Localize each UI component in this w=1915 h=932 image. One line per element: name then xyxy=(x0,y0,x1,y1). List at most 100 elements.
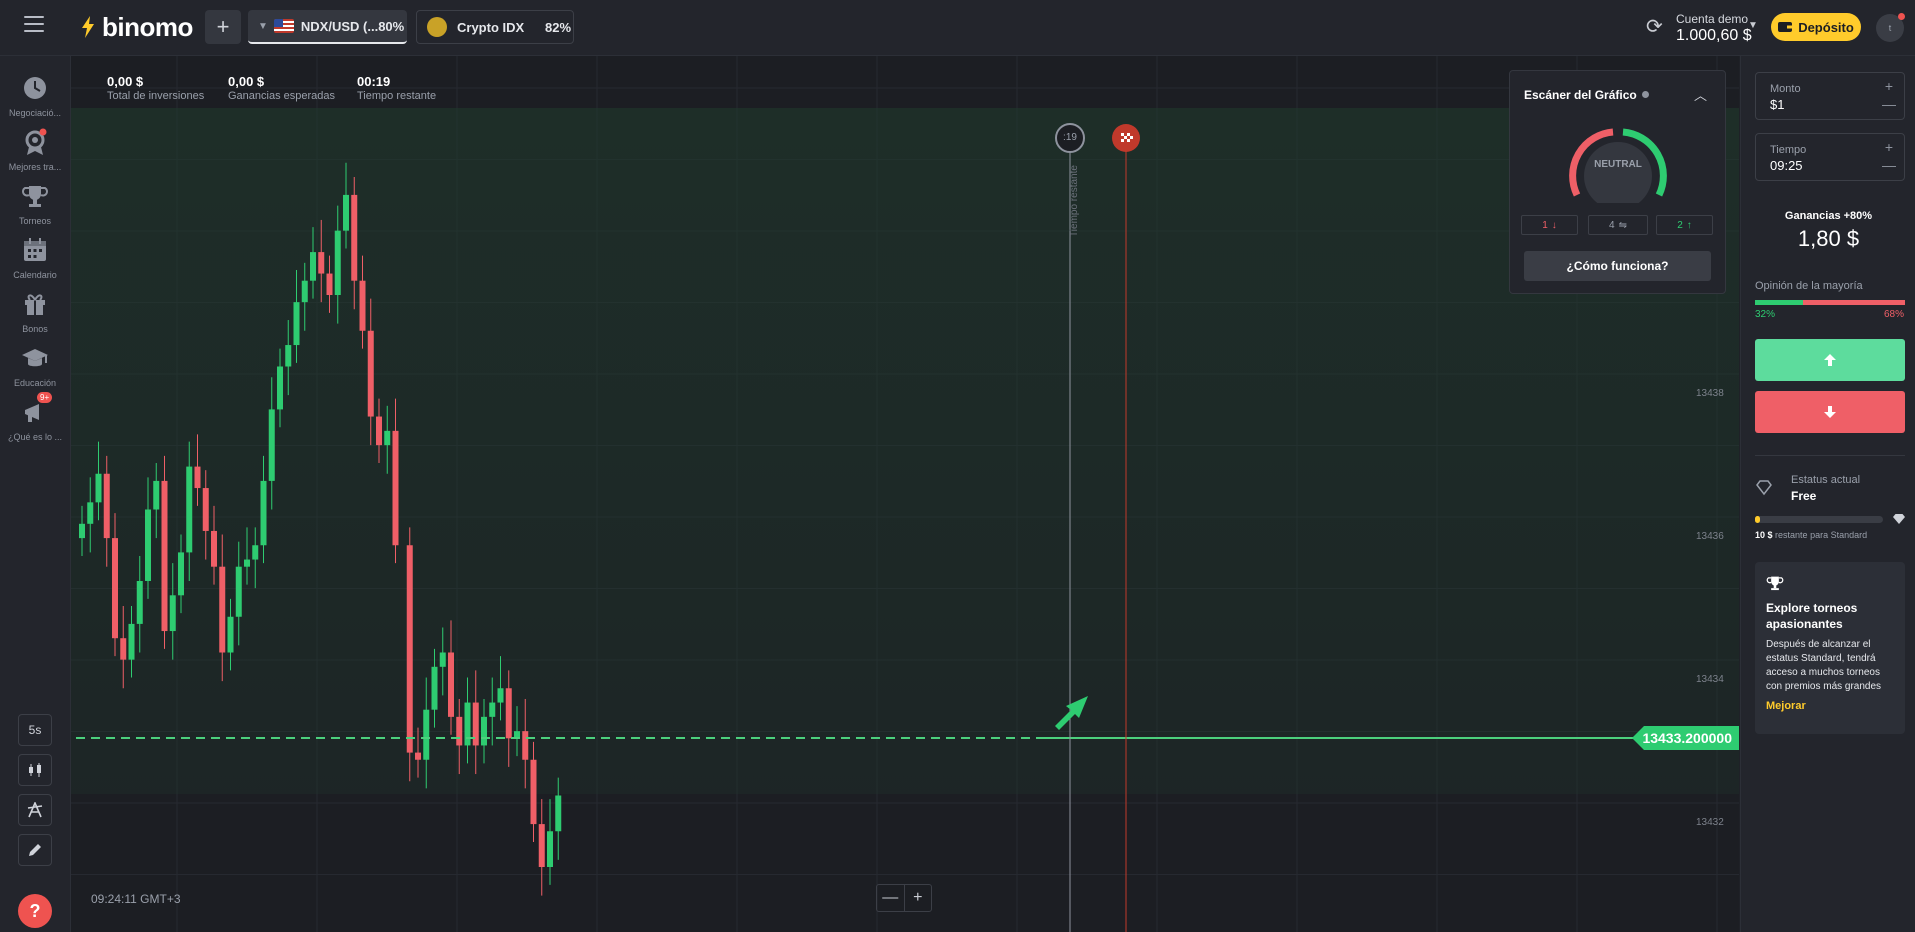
avatar[interactable]: t xyxy=(1876,13,1905,42)
candle-down xyxy=(456,716,463,746)
asset-tab-payout: 82% xyxy=(545,19,572,35)
chevron-down-icon[interactable]: ▼ xyxy=(258,21,268,32)
time-stepper[interactable]: + — xyxy=(1882,138,1896,174)
candle-down xyxy=(211,530,217,567)
candle-down xyxy=(202,488,209,531)
sentiment-state: NEUTRAL xyxy=(1594,159,1642,170)
chart-scanner-panel: Escáner del Gráfico ︿ NEUTRAL 1 ↓ 4 ⇋ 2 ↑ ¿… xyxy=(1509,70,1726,294)
logo-text: binomo xyxy=(102,11,193,42)
candle-up xyxy=(244,559,250,567)
candle-down xyxy=(472,702,479,746)
add-asset-button[interactable]: + xyxy=(205,10,241,44)
candle-up xyxy=(301,280,308,303)
account-label: Cuenta demo xyxy=(1676,12,1749,26)
scanner-title: Escáner del Gráfico xyxy=(1524,88,1649,102)
candle-up xyxy=(310,252,316,281)
time-value[interactable]: 09:25 xyxy=(1770,158,1803,173)
candle-up xyxy=(169,595,176,632)
candle-up xyxy=(87,502,94,524)
y-tick-label: 13432 xyxy=(1696,817,1724,828)
candle-up xyxy=(439,652,446,667)
wallet-icon xyxy=(1778,22,1793,32)
help-icon: ? xyxy=(29,900,41,921)
chart-type-button[interactable] xyxy=(18,754,52,786)
majority-bar xyxy=(1755,300,1905,305)
candle-up xyxy=(227,616,234,653)
payout-value: 1,80 $ xyxy=(1797,226,1860,251)
asset-tab-crypto-idx[interactable]: Crypto IDX 82% xyxy=(416,10,574,44)
majority-label: Opinión de la mayoría xyxy=(1755,280,1863,292)
account-balance: 1.000,60 $ xyxy=(1676,27,1752,44)
chevron-up-icon[interactable]: ︿ xyxy=(1694,85,1707,104)
upgrade-link[interactable]: Mejorar xyxy=(1766,700,1894,712)
candle-up xyxy=(79,523,85,539)
arrow-down-icon xyxy=(1824,406,1836,418)
timeframe-button[interactable]: 5s xyxy=(18,714,52,746)
sidebar-item-tournaments[interactable]: Torneos xyxy=(0,182,70,226)
server-time: 09:24:11 GMT+3 xyxy=(91,892,181,906)
drawing-tools-button[interactable] xyxy=(18,834,52,866)
sidebar-item-bonuses[interactable]: Bonos xyxy=(0,290,70,334)
candle-up xyxy=(464,702,471,746)
candle-down xyxy=(367,330,374,417)
sidebar-item-label: Mejores tra... xyxy=(8,162,62,172)
indicators-button[interactable] xyxy=(18,794,52,826)
asset-tab-ndx[interactable]: ▼ NDX/USD (...80% xyxy=(248,10,407,44)
menu-icon[interactable] xyxy=(24,16,44,34)
info-dot-icon xyxy=(1641,91,1649,98)
sidebar-item-top-traders[interactable]: Mejores tra... xyxy=(0,128,70,172)
candle-down xyxy=(359,280,366,331)
sidebar-item-label: Torneos xyxy=(18,216,52,226)
amount-label: Monto xyxy=(1770,83,1801,95)
time-label: Tiempo xyxy=(1770,144,1807,156)
logo[interactable]: binomo xyxy=(80,12,193,42)
asset-tab-label: Crypto IDX xyxy=(457,19,525,35)
candle-up xyxy=(334,230,341,295)
y-tick-label: 13438 xyxy=(1696,388,1724,399)
y-tick-label: 13434 xyxy=(1696,674,1724,685)
sidebar-item-calendar[interactable]: Calendario xyxy=(0,236,70,280)
divider xyxy=(1755,455,1905,456)
sidebar-item-trading[interactable]: Negociació... xyxy=(0,74,70,118)
stat-label: Total de inversiones xyxy=(107,90,205,102)
deposit-button[interactable]: Depósito xyxy=(1771,13,1861,41)
payout-label: Ganancias +80% xyxy=(1784,210,1873,222)
time-remaining: 00:19 Tiempo restante xyxy=(357,74,436,102)
candle-up xyxy=(235,566,242,617)
avatar-initial: t xyxy=(1888,23,1892,33)
amount-stepper[interactable]: + — xyxy=(1882,77,1896,113)
sidebar-item-label: Bonos xyxy=(22,324,48,334)
up-button[interactable] xyxy=(1755,339,1905,381)
current-price-label: 13433.200000 xyxy=(1632,726,1739,750)
timer-label: :19 xyxy=(1063,132,1077,143)
majority-down-percent: 68% xyxy=(1883,309,1904,320)
candlestick-icon xyxy=(29,763,41,777)
us-flag-icon xyxy=(273,19,294,33)
stat-label: Ganancias esperadas xyxy=(228,90,336,102)
minus-icon: — xyxy=(1882,96,1896,112)
help-button[interactable]: ? xyxy=(18,894,52,928)
sell-signals: 1 ↓ xyxy=(1521,215,1578,235)
candle-up xyxy=(95,473,102,503)
price-chart[interactable] xyxy=(71,56,1739,932)
chart-area[interactable]: 13433.200000 13438 13436 13434 13432 :19… xyxy=(71,56,1739,932)
down-button[interactable] xyxy=(1755,391,1905,433)
sidebar-item-whats-new[interactable]: 9+ ¿Qué es lo ... xyxy=(0,392,70,442)
zoom-out-button[interactable]: — xyxy=(877,885,905,911)
zoom-in-button[interactable]: + xyxy=(905,885,932,911)
account-selector[interactable]: Cuenta demo 1.000,60 $ xyxy=(1648,10,1758,46)
candle-up xyxy=(497,688,504,703)
majority-up-fill xyxy=(1755,300,1803,305)
candle-up xyxy=(268,409,275,481)
caret-down-icon[interactable]: ▼ xyxy=(1748,20,1758,31)
plus-icon: + xyxy=(1884,78,1894,94)
how-it-works-button[interactable]: ¿Cómo funciona? xyxy=(1524,251,1711,281)
candle-up xyxy=(136,581,143,624)
sidebar-item-education[interactable]: Educación xyxy=(0,344,70,388)
swap-icon: ⇋ xyxy=(1618,219,1627,231)
amount-value[interactable]: $1 xyxy=(1770,97,1784,112)
promo-text: Después de alcanzar el estatus Standard,… xyxy=(1766,639,1882,692)
asset-tab-label: NDX/USD (...80% xyxy=(300,18,405,34)
amount-field[interactable]: Monto $1 + — xyxy=(1755,72,1905,120)
time-field[interactable]: Tiempo 09:25 + — xyxy=(1755,133,1905,181)
